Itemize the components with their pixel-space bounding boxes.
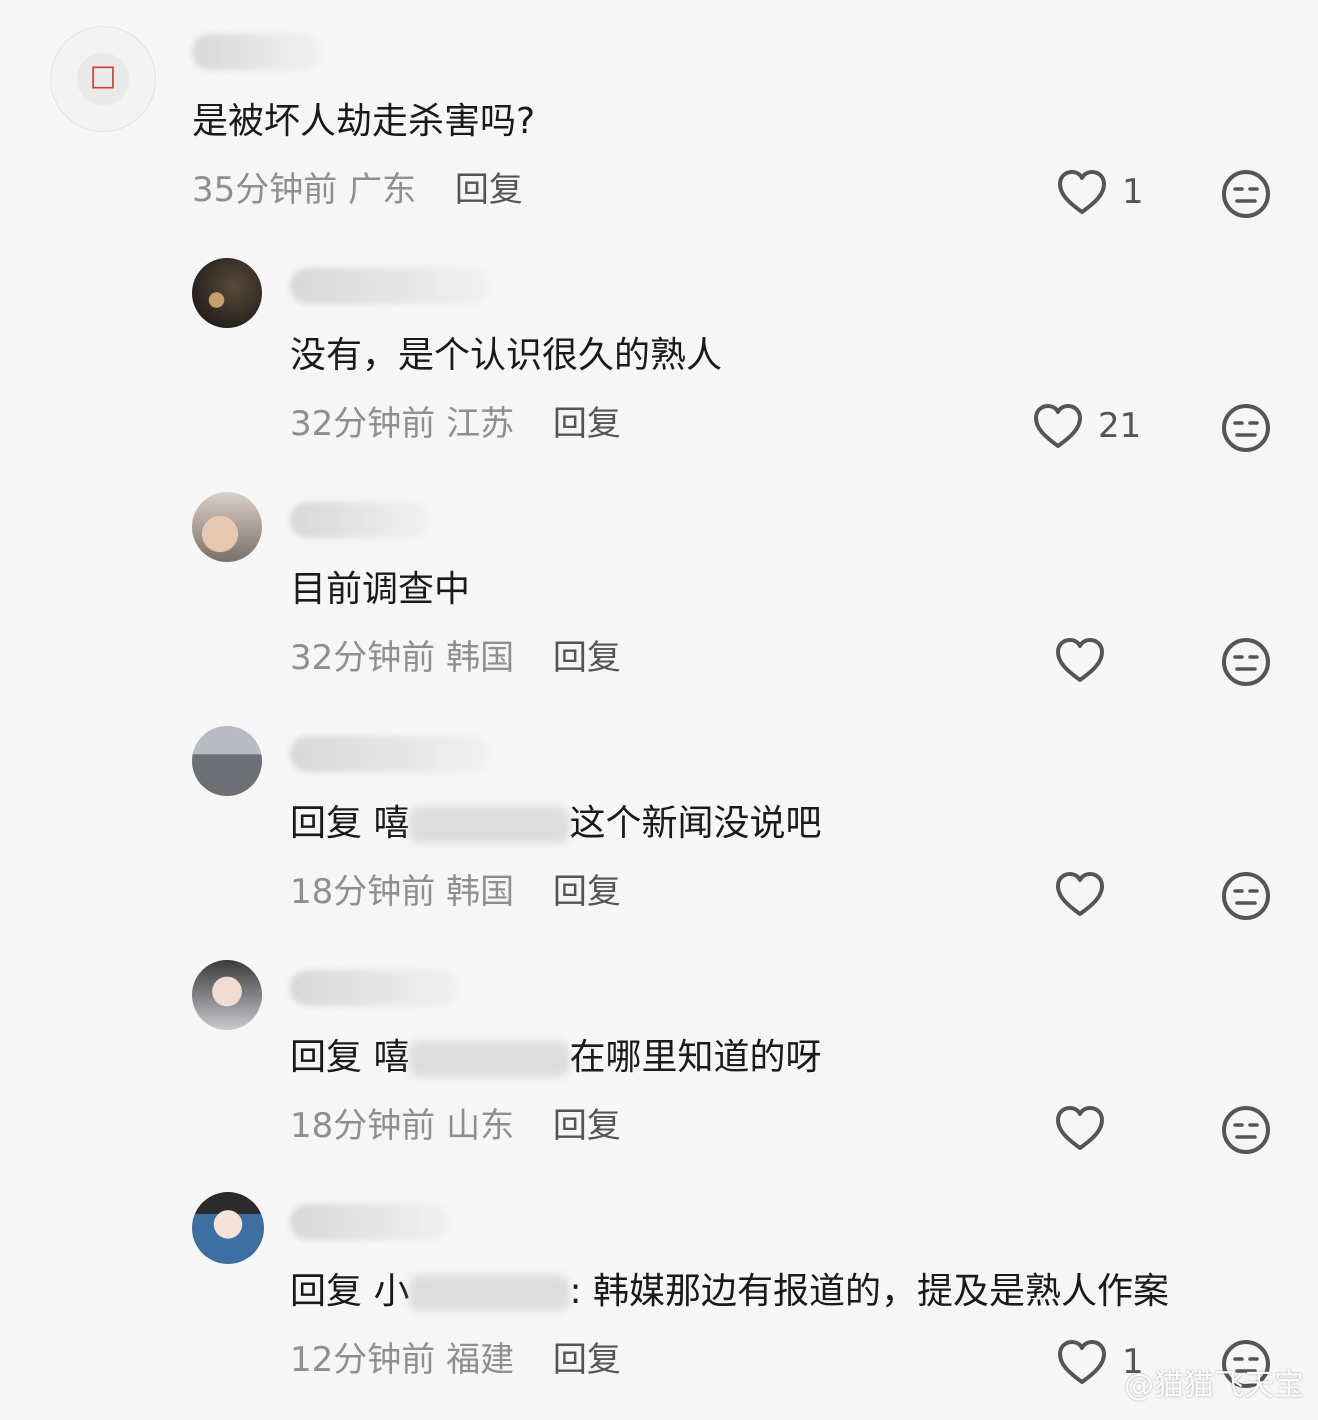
neutral-face-icon[interactable]	[1220, 870, 1272, 922]
like-button[interactable]: 21	[1032, 402, 1141, 450]
comment-location: 福建	[446, 1340, 515, 1380]
comment-location: 广东	[348, 170, 417, 210]
heart-outline-icon	[1034, 404, 1082, 448]
comment-text-main: 这个新闻没说吧	[569, 803, 822, 844]
comment-text: 回复 嘻 在哪里知道的呀	[290, 1036, 821, 1080]
comment-text: 回复 小 : 韩媒那边有报道的，提及是熟人作案	[290, 1270, 1169, 1314]
watermark: @猫猫飞天宝	[1124, 1368, 1304, 1403]
comment-meta: 35分钟前 广东 回复	[192, 170, 523, 210]
comment-time: 35分钟前	[192, 170, 338, 210]
heart-outline-icon	[1058, 1340, 1106, 1384]
comment-location: 韩国	[446, 638, 515, 678]
comment-time: 32分钟前	[290, 404, 436, 444]
avatar[interactable]: ☐	[50, 26, 156, 132]
reply-button[interactable]: 回复	[455, 170, 523, 210]
gift-icon: ☐	[89, 61, 117, 97]
comment-meta: 18分钟前 韩国 回复	[290, 872, 621, 912]
comment-time: 12分钟前	[290, 1340, 436, 1380]
comment-text-prefix: 回复 嘻	[290, 803, 410, 844]
username-blurred[interactable]	[290, 1204, 450, 1240]
mention-blurred[interactable]	[409, 1275, 570, 1311]
username-blurred[interactable]	[290, 970, 460, 1006]
comment-text: 是被坏人劫走杀害吗?	[192, 100, 535, 144]
comment-text-main: 没有，是个认识很久的熟人	[290, 335, 723, 376]
username-blurred[interactable]	[290, 736, 490, 772]
heart-outline-icon	[1056, 1106, 1104, 1150]
like-button[interactable]	[1054, 636, 1120, 684]
avatar[interactable]	[192, 726, 262, 796]
like-count: 21	[1098, 406, 1142, 446]
comment-meta: 32分钟前 江苏 回复	[290, 404, 621, 444]
avatar[interactable]	[192, 1192, 264, 1264]
reply-button[interactable]: 回复	[553, 404, 621, 444]
comment-text: 没有，是个认识很久的熟人	[290, 334, 722, 378]
comment-meta: 18分钟前 山东 回复	[290, 1106, 621, 1146]
neutral-face-icon[interactable]	[1220, 1104, 1272, 1156]
comment-text: 目前调查中	[290, 568, 470, 612]
comment-text-main: 在哪里知道的呀	[569, 1037, 822, 1078]
like-button[interactable]	[1054, 1104, 1120, 1152]
heart-outline-icon	[1056, 638, 1104, 682]
comment-time: 18分钟前	[290, 1106, 436, 1146]
reply-button[interactable]: 回复	[553, 638, 621, 678]
comment-location: 韩国	[446, 872, 515, 912]
comment-meta: 12分钟前 福建 回复	[290, 1340, 621, 1380]
reply-button[interactable]: 回复	[553, 1340, 621, 1380]
reply-button[interactable]: 回复	[553, 1106, 621, 1146]
neutral-face-icon[interactable]	[1220, 402, 1272, 454]
comment-text-prefix: 回复 嘻	[290, 1037, 410, 1078]
comment-location: 江苏	[446, 404, 515, 444]
mention-blurred[interactable]	[409, 807, 570, 843]
mention-blurred[interactable]	[409, 1041, 570, 1077]
like-button[interactable]	[1054, 870, 1120, 918]
comment-location: 山东	[446, 1106, 515, 1146]
like-count: 1	[1122, 172, 1144, 212]
username-blurred[interactable]	[290, 268, 490, 304]
username-blurred[interactable]	[290, 502, 430, 538]
neutral-face-icon[interactable]	[1220, 636, 1272, 688]
comment-text: 回复 嘻 这个新闻没说吧	[290, 802, 821, 846]
comment-time: 32分钟前	[290, 638, 436, 678]
avatar[interactable]	[192, 960, 262, 1030]
comment-meta: 32分钟前 韩国 回复	[290, 638, 621, 678]
like-button[interactable]: 1	[1056, 168, 1144, 216]
avatar[interactable]	[192, 258, 262, 328]
comment-time: 18分钟前	[290, 872, 436, 912]
comment-text-main: : 韩媒那边有报道的，提及是熟人作案	[569, 1271, 1170, 1312]
avatar[interactable]	[192, 492, 262, 562]
heart-outline-icon	[1056, 872, 1104, 916]
comment-text-main: 目前调查中	[290, 569, 471, 610]
comment-text-prefix: 回复 小	[290, 1271, 410, 1312]
neutral-face-icon[interactable]	[1220, 168, 1272, 220]
username-blurred[interactable]	[192, 34, 322, 70]
heart-outline-icon	[1058, 170, 1106, 214]
comment-text-main: 是被坏人劫走杀害吗?	[192, 101, 536, 142]
reply-button[interactable]: 回复	[553, 872, 621, 912]
